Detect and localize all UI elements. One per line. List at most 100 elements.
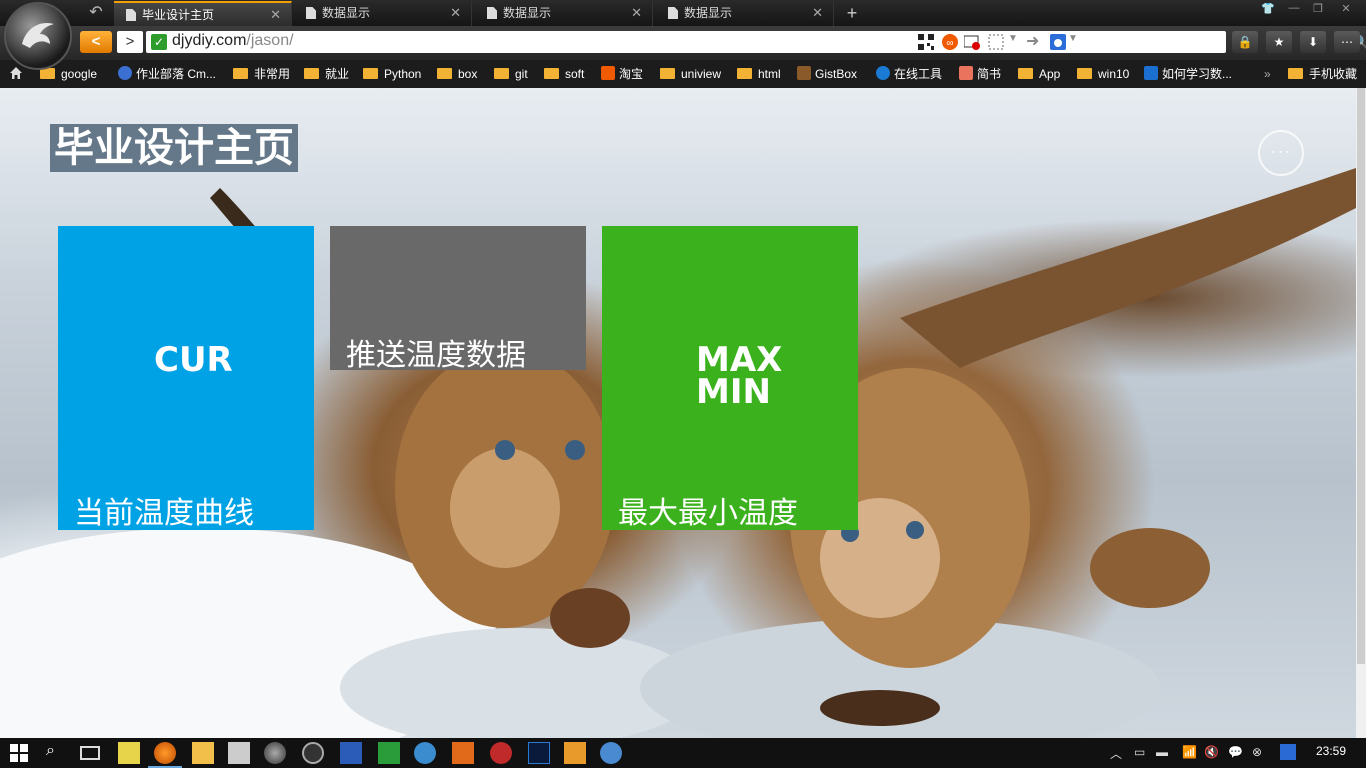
page-icon — [126, 9, 136, 21]
bookmark-online-tools[interactable]: 在线工具 — [876, 66, 942, 84]
tile-max-min-temperature[interactable]: MAX MIN 最大最小温度 — [602, 226, 858, 530]
bookmark-gistbox[interactable]: GistBox — [797, 66, 857, 84]
minimize-icon[interactable]: — — [1284, 2, 1304, 18]
battery-icon[interactable]: ▬ — [1156, 745, 1168, 759]
calculator-icon[interactable] — [228, 742, 250, 764]
spreadsheet-icon[interactable] — [378, 742, 400, 764]
back-button[interactable]: < — [80, 31, 112, 53]
task-view-icon[interactable] — [80, 746, 100, 760]
bookmark-git[interactable]: git — [494, 66, 528, 84]
bookmark-python[interactable]: Python — [363, 66, 421, 84]
bookmark-uniview[interactable]: uniview — [660, 66, 721, 84]
device-icon[interactable]: ▭ — [1134, 745, 1145, 759]
more-options-button[interactable]: ··· — [1258, 130, 1304, 176]
page-icon — [487, 7, 497, 19]
extension-icon[interactable]: ∞ — [942, 34, 958, 50]
restore-icon[interactable]: ❐ — [1308, 2, 1328, 18]
star-icon[interactable]: ★ — [1266, 31, 1292, 53]
bookmark-jiuye[interactable]: 就业 — [304, 66, 349, 84]
bookmark-soft[interactable]: soft — [544, 66, 584, 84]
svg-text:∞: ∞ — [946, 38, 953, 49]
presentation-icon[interactable] — [452, 742, 474, 764]
tool-app-icon[interactable] — [302, 742, 324, 764]
taskbar-clock[interactable]: 23:59 — [1316, 744, 1346, 758]
url-text[interactable]: djydiy.com/jason/ — [172, 32, 294, 50]
archive-app-icon[interactable] — [564, 742, 586, 764]
tray-expand-icon[interactable]: ︿ — [1110, 745, 1122, 762]
photoshop-icon[interactable] — [528, 742, 550, 764]
adblock-icon[interactable] — [964, 34, 980, 50]
word-icon[interactable] — [340, 742, 362, 764]
bookmark-win10[interactable]: win10 — [1077, 66, 1129, 84]
tab-home[interactable]: 毕业设计主页 ✕ — [114, 1, 292, 26]
folder-icon — [1288, 68, 1303, 79]
bookmark-zhihu[interactable]: 如何学习数... — [1144, 66, 1232, 84]
menu-icon[interactable]: ⋯ — [1334, 31, 1360, 53]
close-icon[interactable]: ✕ — [631, 1, 642, 25]
bookmark-label: html — [758, 67, 781, 81]
home-icon[interactable] — [9, 66, 23, 80]
folder-icon — [494, 68, 509, 79]
bookmark-google[interactable]: google — [40, 66, 97, 84]
baidu-search-icon[interactable] — [1050, 34, 1066, 50]
close-window-icon[interactable]: ✕ — [1336, 2, 1356, 18]
bookmarks-overflow-button[interactable]: » — [1264, 66, 1271, 84]
url-bar[interactable]: ✓ djydiy.com/jason/ ∞ ▼ ➜ ▼ 🔍 — [146, 31, 1366, 53]
scrollbar-thumb[interactable] — [1357, 88, 1365, 664]
chevron-down-icon[interactable]: ▼ — [1008, 33, 1018, 44]
tab-data-3[interactable]: 数据显示 ✕ — [656, 1, 834, 26]
bookmark-jianshu[interactable]: 简书 — [959, 66, 1001, 84]
engine-dropdown-icon[interactable]: ▼ — [1068, 33, 1078, 44]
browser-logo[interactable] — [4, 2, 72, 70]
network-app-icon[interactable] — [414, 742, 436, 764]
tile-push-temperature[interactable]: 推送温度数据 — [330, 226, 586, 372]
notification-icon[interactable]: 💬 — [1228, 745, 1243, 759]
notes-app-icon[interactable] — [118, 742, 140, 764]
browser-app-icon[interactable] — [154, 742, 176, 764]
go-arrow-icon[interactable]: ➜ — [1026, 31, 1039, 51]
new-tab-button[interactable]: + — [842, 1, 862, 25]
close-icon[interactable]: ✕ — [270, 3, 281, 27]
bookmark-feichangyong[interactable]: 非常用 — [233, 66, 290, 84]
close-icon[interactable]: ✕ — [450, 1, 461, 25]
bookmark-box[interactable]: box — [437, 66, 477, 84]
bookmark-html[interactable]: html — [737, 66, 781, 84]
undo-close-tab-icon[interactable]: ↶ — [82, 2, 110, 24]
baidu-tray-icon[interactable] — [1280, 744, 1296, 760]
download-icon[interactable]: ⬇ — [1300, 31, 1326, 53]
close-icon[interactable]: ✕ — [812, 1, 823, 25]
windows-start-icon[interactable] — [10, 744, 28, 762]
cheetah-icon — [22, 22, 54, 48]
mobile-bookmarks[interactable]: 手机收藏 — [1288, 66, 1357, 84]
bookmark-label: google — [61, 67, 98, 81]
monitor-app-icon[interactable] — [600, 742, 622, 764]
address-toolbar: < > ✓ djydiy.com/jason/ ∞ ▼ ➜ ▼ 🔍 🔒 ★ ⬇ … — [0, 26, 1366, 60]
volume-muted-icon[interactable]: 🔇 — [1204, 745, 1219, 759]
game-app-icon[interactable] — [490, 742, 512, 764]
bookmark-taobao[interactable]: 淘宝 — [601, 66, 643, 84]
tab-data-2[interactable]: 数据显示 ✕ — [475, 1, 653, 26]
wifi-icon[interactable]: 📶 — [1182, 745, 1197, 759]
screenshot-icon[interactable] — [988, 34, 1004, 50]
secure-check-icon: ✓ — [151, 34, 167, 50]
vertical-scrollbar[interactable] — [1356, 88, 1366, 738]
bookmark-label: 淘宝 — [619, 67, 644, 81]
tab-data-1[interactable]: 数据显示 ✕ — [294, 1, 472, 26]
bookmark-app[interactable]: App — [1018, 66, 1060, 84]
qr-code-icon[interactable] — [918, 34, 934, 50]
bookmark-label: soft — [565, 67, 585, 81]
skin-icon[interactable]: 👕 — [1258, 2, 1278, 18]
bookmark-label: 手机收藏 — [1309, 67, 1358, 81]
tile-big-label: CUR — [154, 340, 233, 380]
tile-current-temperature[interactable]: CUR 当前温度曲线 — [58, 226, 314, 530]
forward-button[interactable]: > — [117, 31, 143, 53]
bookmark-zybuluo[interactable]: 作业部落 Cm... — [118, 66, 216, 84]
tab-label: 数据显示 — [684, 6, 733, 20]
lock-icon[interactable]: 🔒 — [1232, 31, 1258, 53]
site-icon — [601, 66, 615, 80]
bookmark-label: 简书 — [977, 67, 1002, 81]
media-player-icon[interactable] — [264, 742, 286, 764]
file-explorer-icon[interactable] — [192, 742, 214, 764]
app-tray-icon[interactable]: ⊗ — [1252, 745, 1262, 759]
search-icon[interactable]: ⌕ — [46, 742, 68, 764]
